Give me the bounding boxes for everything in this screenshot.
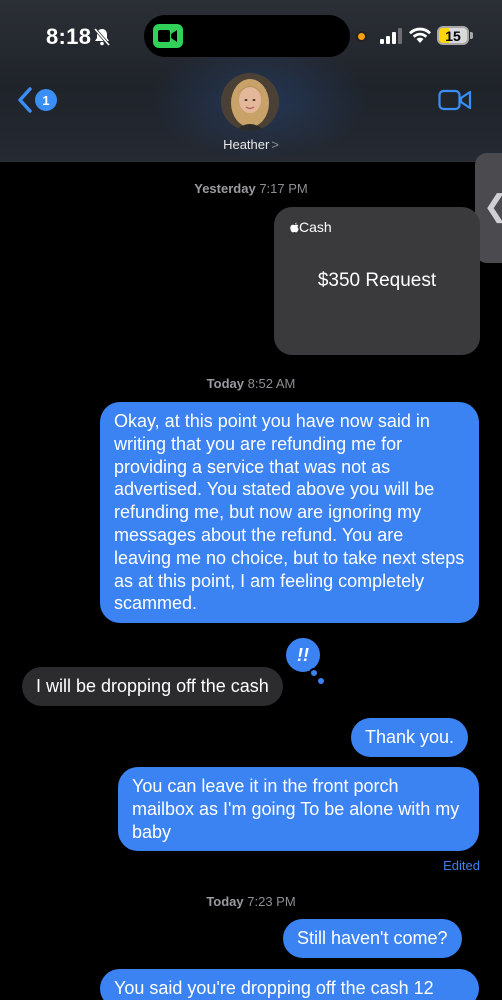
apple-cash-logo: Cash	[290, 219, 332, 235]
outgoing-message[interactable]: You can leave it in the front porch mail…	[118, 767, 479, 852]
wifi-icon	[409, 27, 431, 43]
bell-slash-icon	[93, 28, 111, 46]
chevron-left-icon	[18, 87, 32, 113]
outgoing-message[interactable]: Thank you.	[351, 718, 469, 757]
reaction-tail-dot	[318, 678, 324, 684]
conversation-header: 8:18 15 1 Heather >	[0, 0, 502, 162]
unread-count-badge: 1	[35, 89, 57, 111]
status-bar: 8:18 15	[0, 0, 502, 70]
reaction-tail-dot	[309, 668, 319, 678]
contact-avatar[interactable]	[221, 73, 279, 131]
privacy-indicator-dot	[356, 31, 367, 42]
timestamp: Yesterday 7:17 PM	[194, 181, 308, 196]
cash-request-amount: $350 Request	[317, 270, 437, 291]
apple-logo-icon	[290, 222, 299, 233]
apple-cash-request-card[interactable]: Cash $350 Request	[274, 207, 480, 355]
battery-indicator: 15	[437, 26, 469, 45]
status-time: 8:18	[46, 24, 92, 49]
cellular-signal-icon	[380, 28, 402, 44]
edited-label[interactable]: Edited	[420, 858, 480, 873]
facetime-video-icon[interactable]	[438, 88, 472, 112]
dynamic-island	[144, 15, 350, 57]
contact-name[interactable]: Heather >	[0, 137, 502, 152]
battery-nub	[470, 32, 473, 39]
chevron-right-icon: >	[271, 137, 279, 152]
outgoing-message[interactable]: You said you're dropping off the cash 12	[100, 969, 479, 1000]
outgoing-message[interactable]: Okay, at this point you have now said in…	[100, 402, 479, 624]
incoming-message[interactable]: I will be dropping off the cash	[22, 667, 283, 706]
back-button[interactable]: 1	[16, 84, 60, 118]
timestamp: Today 8:52 AM	[206, 376, 296, 391]
timestamp: Today 7:23 PM	[206, 894, 296, 909]
facetime-active-icon	[153, 24, 183, 48]
outgoing-message[interactable]: Still haven't come?	[283, 919, 462, 958]
